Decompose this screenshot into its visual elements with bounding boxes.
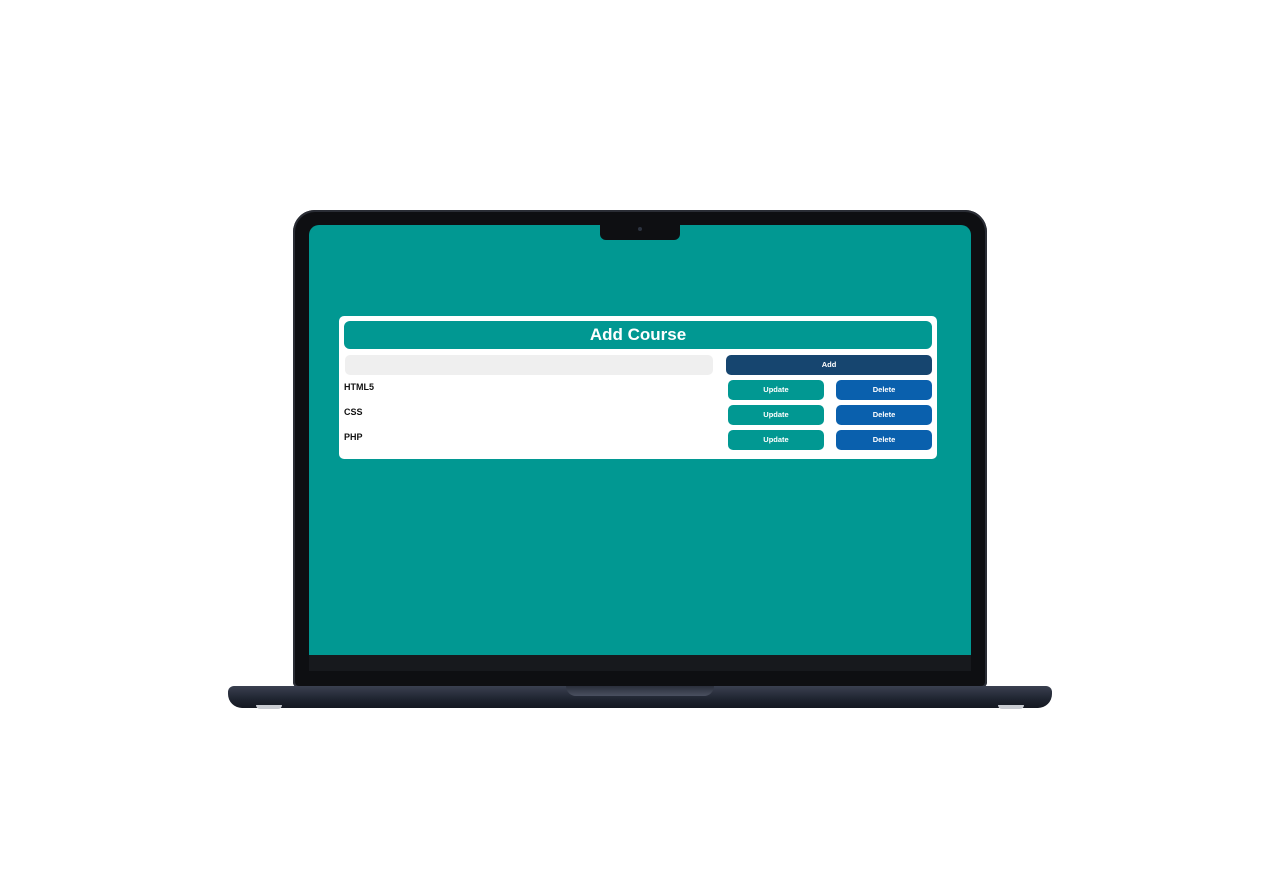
laptop-mockup: Add Course Add HTML5 Update Delete CSS U… <box>0 0 1280 896</box>
update-button[interactable]: Update <box>728 405 824 425</box>
delete-button[interactable]: Delete <box>836 405 932 425</box>
camera-icon <box>638 227 642 231</box>
update-button[interactable]: Update <box>728 380 824 400</box>
laptop-screen: Add Course Add HTML5 Update Delete CSS U… <box>309 225 971 655</box>
app-background: Add Course Add HTML5 Update Delete CSS U… <box>309 225 971 655</box>
delete-button[interactable]: Delete <box>836 430 932 450</box>
laptop-lid: Add Course Add HTML5 Update Delete CSS U… <box>293 210 987 688</box>
laptop-base <box>228 686 1052 709</box>
camera-notch <box>600 225 680 240</box>
course-name: HTML5 <box>344 382 374 392</box>
course-card: Add Course Add HTML5 Update Delete CSS U… <box>339 316 937 459</box>
laptop-chin <box>309 655 971 671</box>
left-foot <box>256 705 282 709</box>
add-button[interactable]: Add <box>726 355 932 375</box>
page-title: Add Course <box>344 321 932 349</box>
course-name: CSS <box>344 407 363 417</box>
right-foot <box>998 705 1024 709</box>
course-name-input[interactable] <box>345 355 713 375</box>
update-button[interactable]: Update <box>728 430 824 450</box>
delete-button[interactable]: Delete <box>836 380 932 400</box>
lid-opening-notch <box>566 686 714 696</box>
course-name: PHP <box>344 432 363 442</box>
